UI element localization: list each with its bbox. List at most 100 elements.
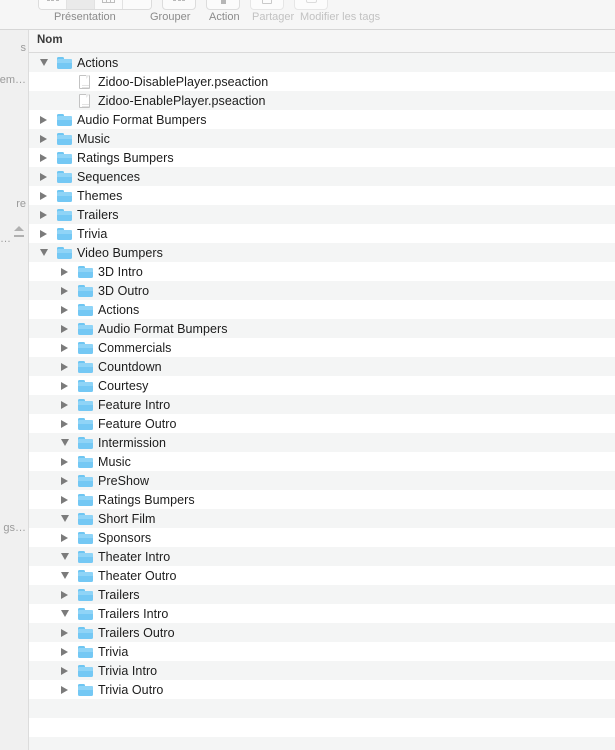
table-row[interactable]: Countdown xyxy=(29,357,615,376)
disclosure-triangle-expanded-icon[interactable] xyxy=(38,53,49,72)
disclosure-triangle-collapsed-icon[interactable] xyxy=(59,376,70,395)
disclosure-triangle-collapsed-icon[interactable] xyxy=(59,357,70,376)
table-row[interactable]: Commercials xyxy=(29,338,615,357)
table-row[interactable]: Trailers xyxy=(29,205,615,224)
disclosure-triangle-collapsed-icon[interactable] xyxy=(59,680,70,699)
table-row[interactable]: Trivia Outro xyxy=(29,680,615,699)
table-row[interactable]: Short Film xyxy=(29,509,615,528)
table-row[interactable]: Trivia Intro xyxy=(29,661,615,680)
group-button[interactable] xyxy=(162,0,196,10)
sidebar-ellipsis: … xyxy=(0,233,11,245)
disclosure-triangle-collapsed-icon[interactable] xyxy=(59,642,70,661)
disclosure-triangle-collapsed-icon[interactable] xyxy=(38,129,49,148)
table-row[interactable]: Theater Intro xyxy=(29,547,615,566)
disclosure-triangle-expanded-icon[interactable] xyxy=(59,604,70,623)
disclosure-triangle-expanded-icon[interactable] xyxy=(59,509,70,528)
folder-icon xyxy=(78,265,93,278)
table-row[interactable]: Zidoo-DisablePlayer.pseaction xyxy=(29,72,615,91)
list-item-label: Trailers Intro xyxy=(98,606,169,621)
column-view-icon[interactable] xyxy=(95,0,123,9)
disclosure-triangle-expanded-icon[interactable] xyxy=(59,547,70,566)
disclosure-triangle-collapsed-icon[interactable] xyxy=(59,528,70,547)
table-row[interactable]: Trivia xyxy=(29,224,615,243)
disclosure-triangle-expanded-icon[interactable] xyxy=(59,433,70,452)
table-row[interactable]: Trailers Intro xyxy=(29,604,615,623)
toolbar-label-grouper: Grouper xyxy=(150,11,191,23)
table-row[interactable]: Trailers Outro xyxy=(29,623,615,642)
disclosure-triangle-collapsed-icon[interactable] xyxy=(59,319,70,338)
share-button[interactable] xyxy=(250,0,284,10)
table-row[interactable]: Feature Intro xyxy=(29,395,615,414)
table-row[interactable]: Video Bumpers xyxy=(29,243,615,262)
column-header-nom[interactable]: Nom xyxy=(37,34,63,46)
table-row[interactable]: Actions xyxy=(29,300,615,319)
action-button[interactable] xyxy=(206,0,240,10)
table-row[interactable]: Audio Format Bumpers xyxy=(29,319,615,338)
disclosure-triangle-expanded-icon[interactable] xyxy=(38,243,49,262)
list-view-icon[interactable] xyxy=(67,0,95,9)
folder-icon xyxy=(78,569,93,582)
table-row[interactable]: Music xyxy=(29,129,615,148)
table-row[interactable]: Trailers xyxy=(29,585,615,604)
table-row[interactable]: Themes xyxy=(29,186,615,205)
disclosure-triangle-collapsed-icon[interactable] xyxy=(38,110,49,129)
empty-row[interactable] xyxy=(29,699,615,718)
sidebar-fragment-3[interactable]: re xyxy=(16,198,26,210)
list-item-label: Ratings Bumpers xyxy=(77,150,174,165)
disclosure-triangle-collapsed-icon[interactable] xyxy=(59,300,70,319)
table-row[interactable]: Music xyxy=(29,452,615,471)
table-row[interactable]: 3D Intro xyxy=(29,262,615,281)
disclosure-triangle-collapsed-icon[interactable] xyxy=(59,262,70,281)
table-row[interactable]: Intermission xyxy=(29,433,615,452)
folder-icon xyxy=(78,588,93,601)
sidebar-fragment-4[interactable]: gs… xyxy=(3,522,26,534)
table-row[interactable]: Feature Outro xyxy=(29,414,615,433)
table-row[interactable]: PreShow xyxy=(29,471,615,490)
gallery-view-icon[interactable] xyxy=(123,0,151,9)
disclosure-triangle-collapsed-icon[interactable] xyxy=(59,661,70,680)
icon-view-icon[interactable] xyxy=(39,0,67,9)
disclosure-triangle-collapsed-icon[interactable] xyxy=(59,338,70,357)
disclosure-triangle-collapsed-icon[interactable] xyxy=(59,490,70,509)
disclosure-triangle-collapsed-icon[interactable] xyxy=(38,148,49,167)
disclosure-triangle-collapsed-icon[interactable] xyxy=(38,167,49,186)
disclosure-spacer xyxy=(59,91,70,110)
list-item-label: PreShow xyxy=(98,473,150,488)
folder-icon xyxy=(78,474,93,487)
disclosure-triangle-collapsed-icon[interactable] xyxy=(59,414,70,433)
disclosure-triangle-collapsed-icon[interactable] xyxy=(38,224,49,243)
disclosure-triangle-collapsed-icon[interactable] xyxy=(38,205,49,224)
file-tree[interactable]: Actions Zidoo-DisablePlayer.pseaction Zido… xyxy=(29,53,615,750)
disclosure-triangle-collapsed-icon[interactable] xyxy=(59,471,70,490)
disclosure-triangle-collapsed-icon[interactable] xyxy=(59,585,70,604)
table-row[interactable]: Courtesy xyxy=(29,376,615,395)
table-row[interactable]: 3D Outro xyxy=(29,281,615,300)
list-item-label: Trivia xyxy=(77,226,108,241)
edit-tags-button[interactable] xyxy=(294,0,328,10)
table-row[interactable]: Ratings Bumpers xyxy=(29,490,615,509)
list-item-label: Trailers xyxy=(98,587,140,602)
disclosure-triangle-collapsed-icon[interactable] xyxy=(59,281,70,300)
view-mode-segmented-control[interactable] xyxy=(38,0,152,10)
disclosure-triangle-collapsed-icon[interactable] xyxy=(59,452,70,471)
table-row[interactable]: Sequences xyxy=(29,167,615,186)
list-item-label: Zidoo-DisablePlayer.pseaction xyxy=(98,74,269,89)
table-row[interactable]: Audio Format Bumpers xyxy=(29,110,615,129)
sidebar-fragment-1[interactable]: s xyxy=(21,42,27,54)
disclosure-triangle-collapsed-icon[interactable] xyxy=(59,623,70,642)
eject-icon[interactable] xyxy=(13,226,25,237)
empty-row[interactable] xyxy=(29,718,615,737)
sidebar-fragment-2[interactable]: em… xyxy=(0,74,26,86)
table-row[interactable]: Actions xyxy=(29,53,615,72)
table-row[interactable]: Ratings Bumpers xyxy=(29,148,615,167)
folder-icon xyxy=(78,398,93,411)
table-row[interactable]: Sponsors xyxy=(29,528,615,547)
disclosure-triangle-collapsed-icon[interactable] xyxy=(59,395,70,414)
table-row[interactable]: Trivia xyxy=(29,642,615,661)
disclosure-triangle-collapsed-icon[interactable] xyxy=(38,186,49,205)
disclosure-triangle-expanded-icon[interactable] xyxy=(59,566,70,585)
table-row[interactable]: Zidoo-EnablePlayer.pseaction xyxy=(29,91,615,110)
empty-row[interactable] xyxy=(29,737,615,750)
finder-sidebar[interactable]: s em… re gs… … xyxy=(0,30,29,750)
table-row[interactable]: Theater Outro xyxy=(29,566,615,585)
